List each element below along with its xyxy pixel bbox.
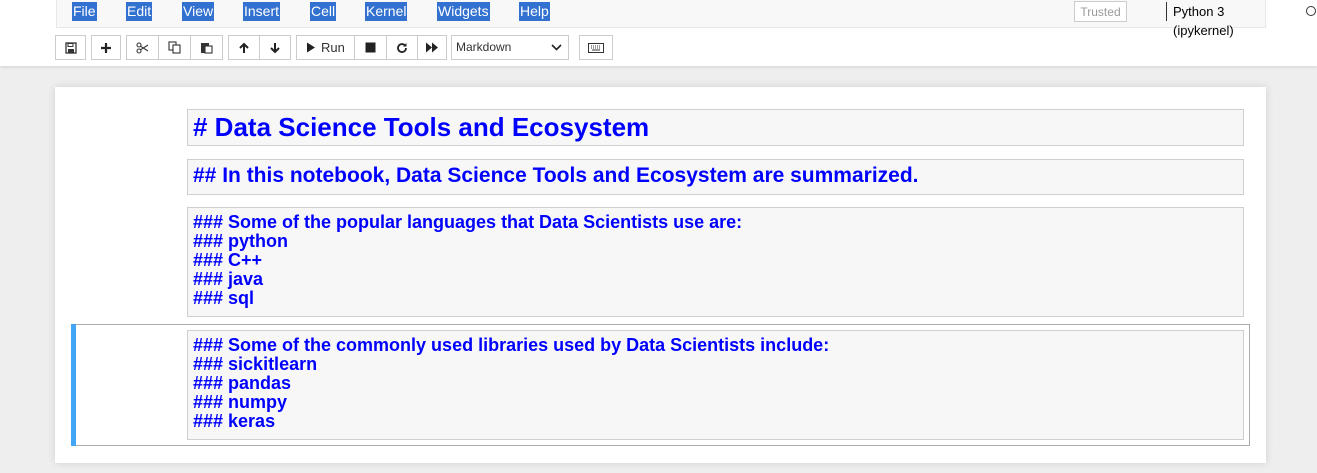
kernel-separator: [1166, 2, 1167, 21]
cut-button[interactable]: [126, 35, 159, 60]
fast-forward-icon: [426, 42, 438, 53]
move-up-button[interactable]: [228, 35, 260, 60]
cell-line: # Data Science Tools and Ecosystem: [193, 112, 650, 142]
markdown-cell-libraries[interactable]: ### Some of the commonly used libraries …: [187, 330, 1244, 440]
cell-line: ### keras: [193, 411, 276, 431]
plus-icon: [101, 42, 111, 53]
scissors-icon: [136, 41, 149, 54]
menu-widgets[interactable]: Widgets: [437, 2, 490, 21]
cell-line: ### java: [193, 269, 264, 289]
cell-line: ### numpy: [193, 392, 288, 412]
arrow-down-icon: [270, 42, 280, 53]
cell-line: ## In this notebook, Data Science Tools …: [193, 164, 919, 187]
menu-kernel[interactable]: Kernel: [365, 2, 408, 21]
cell-line: ### pandas: [193, 373, 292, 393]
markdown-cell-subtitle[interactable]: ## In this notebook, Data Science Tools …: [187, 159, 1244, 195]
menu-help[interactable]: Help: [519, 2, 550, 21]
run-label: Run: [321, 40, 345, 55]
kernel-name[interactable]: Python 3 (ipykernel): [1173, 2, 1265, 40]
restart-run-all-button[interactable]: [417, 35, 447, 60]
interrupt-button[interactable]: [354, 35, 387, 60]
markdown-cell-title[interactable]: # Data Science Tools and Ecosystem: [187, 109, 1244, 146]
markdown-cell-languages[interactable]: ### Some of the popular languages that D…: [187, 207, 1244, 317]
cell-line: ### Some of the commonly used libraries …: [193, 335, 830, 355]
menu-file[interactable]: File: [72, 2, 97, 21]
command-palette-button[interactable]: [579, 35, 613, 60]
menu-cell[interactable]: Cell: [310, 2, 337, 21]
save-button[interactable]: [55, 35, 86, 60]
header: File Edit View Insert Cell Kernel Widget…: [0, 0, 1317, 66]
restart-button[interactable]: [386, 35, 418, 60]
cell-line: ### sickitlearn: [193, 354, 318, 374]
kernel-idle-icon: [1306, 6, 1316, 16]
cell-type-value: Markdown: [456, 40, 512, 54]
cell-line: ### C++: [193, 250, 263, 270]
notebook-container: # Data Science Tools and Ecosystem ## In…: [55, 87, 1266, 463]
menu-insert[interactable]: Insert: [243, 2, 281, 21]
play-icon: [307, 42, 315, 53]
move-down-button[interactable]: [259, 35, 291, 60]
cell-type-select[interactable]: Markdown: [451, 35, 569, 60]
insert-cell-button[interactable]: [91, 35, 121, 60]
menu-bar: File Edit View Insert Cell Kernel Widget…: [56, 0, 1316, 38]
keyboard-icon: [588, 42, 604, 53]
menu-view[interactable]: View: [182, 2, 215, 21]
chevron-down-icon: [551, 44, 562, 51]
cell-line: ### sql: [193, 288, 255, 308]
save-icon: [64, 41, 77, 54]
selected-cell-indicator: [71, 324, 76, 446]
cell-line: ### python: [193, 231, 289, 251]
paste-button[interactable]: [190, 35, 223, 60]
run-button[interactable]: Run: [296, 35, 355, 60]
copy-button[interactable]: [158, 35, 191, 60]
paste-icon: [201, 43, 213, 54]
stop-icon: [365, 42, 376, 53]
copy-icon: [168, 41, 181, 54]
trusted-badge[interactable]: Trusted: [1074, 1, 1127, 22]
arrow-up-icon: [239, 42, 249, 53]
cell-line: ### Some of the popular languages that D…: [193, 212, 743, 232]
menu-edit[interactable]: Edit: [126, 2, 153, 21]
restart-icon: [397, 42, 407, 53]
